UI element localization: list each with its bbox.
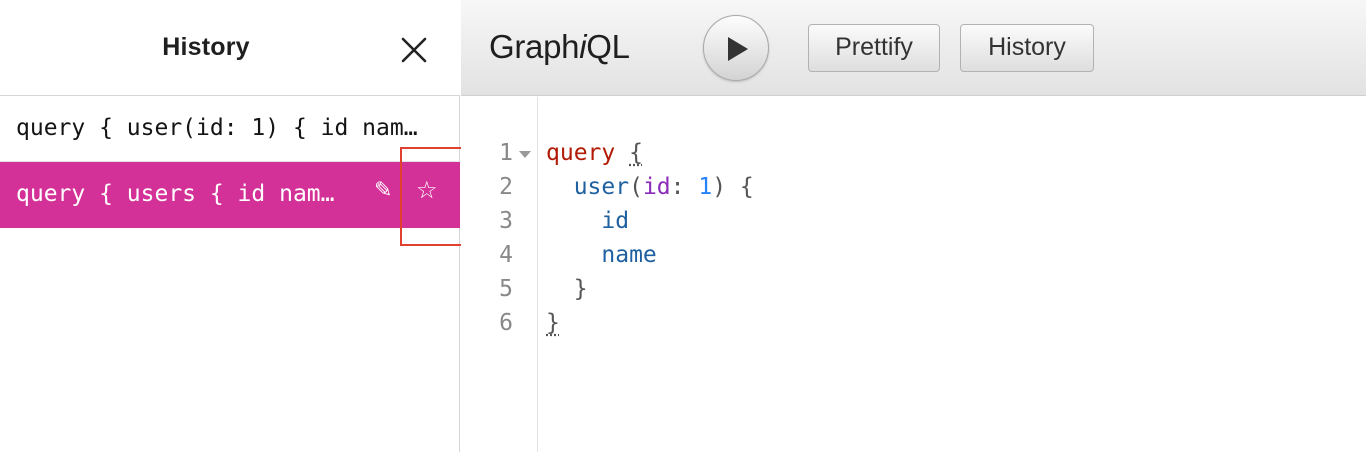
line-number: 6 bbox=[499, 310, 513, 336]
code-line: } bbox=[573, 276, 588, 302]
line-number: 4 bbox=[499, 242, 513, 268]
history-item-label: query { user(id: 1) { id nam… bbox=[16, 115, 418, 141]
play-icon bbox=[728, 37, 748, 61]
execute-button[interactable] bbox=[703, 15, 769, 81]
history-list: query { user(id: 1) { id nam… query { us… bbox=[0, 96, 460, 228]
star-icon[interactable]: ☆ bbox=[416, 176, 446, 210]
code-line: } bbox=[546, 310, 560, 336]
line-number: 1 bbox=[499, 140, 513, 166]
query-editor[interactable]: 1 2 3 4 5 6 query { user(id: 1) { id nam… bbox=[461, 97, 1366, 452]
line-gutter: 1 2 3 4 5 6 bbox=[461, 97, 538, 452]
edit-icon[interactable]: ✎ bbox=[374, 178, 404, 210]
close-icon[interactable] bbox=[394, 30, 434, 70]
history-item-active[interactable]: query { users { id nam… ✎ ☆ bbox=[0, 162, 460, 228]
history-button[interactable]: History bbox=[960, 24, 1094, 72]
app-title: GraphiQL bbox=[489, 28, 630, 65]
code-line: id bbox=[601, 208, 630, 234]
history-item-label: query { users { id nam… bbox=[16, 181, 335, 207]
line-number: 3 bbox=[499, 208, 513, 234]
code-line: name bbox=[601, 242, 657, 268]
code-line: query { bbox=[546, 140, 643, 166]
toolbar: GraphiQL Prettify History bbox=[461, 0, 1366, 96]
prettify-button[interactable]: Prettify bbox=[808, 24, 940, 72]
history-item[interactable]: query { user(id: 1) { id nam… bbox=[0, 96, 460, 162]
line-number: 5 bbox=[499, 276, 513, 302]
history-panel-header: History bbox=[0, 0, 460, 96]
fold-arrow-icon[interactable] bbox=[518, 150, 532, 160]
code-line: user(id: 1) { bbox=[573, 174, 754, 200]
history-panel: History query { user(id: 1) { id nam… qu… bbox=[0, 0, 460, 452]
history-panel-title: History bbox=[162, 33, 250, 61]
line-number: 2 bbox=[499, 174, 513, 200]
